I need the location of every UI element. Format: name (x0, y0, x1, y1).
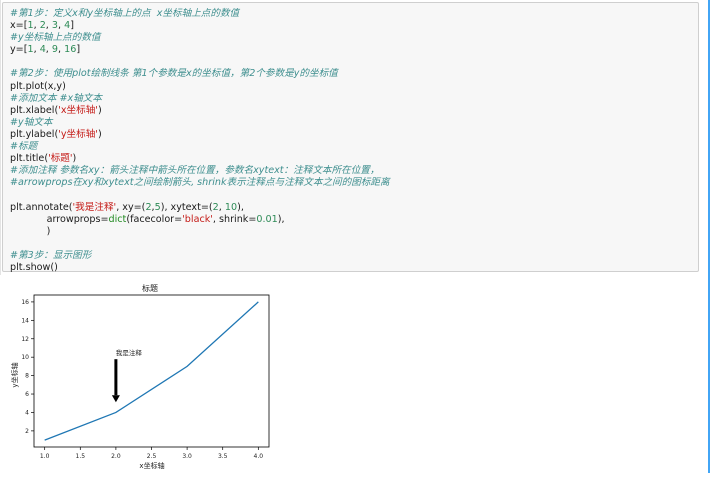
code-line (10, 56, 390, 68)
code-line: #arrowprops在xy和xytext之间绘制箭头, shrink表示注释点… (10, 177, 390, 189)
x-tick-label: 4.0 (254, 453, 264, 460)
code-line: #y轴文本 (10, 117, 390, 129)
code-token: y=[ (10, 44, 27, 55)
code-line: #y坐标轴上点的数值 (10, 32, 390, 44)
x-tick-label: 3.5 (218, 453, 228, 460)
code-editor[interactable]: #第1步：定义x和y坐标轴上的点 x坐标轴上点的数值x=[1, 2, 3, 4]… (10, 8, 390, 274)
code-line: #标题 (10, 141, 390, 153)
y-tick-label: 2 (25, 428, 29, 435)
code-token: plt.ylabel( (10, 129, 58, 140)
code-line: #第1步：定义x和y坐标轴上的点 x坐标轴上点的数值 (10, 8, 390, 20)
code-line: plt.annotate('我是注释', xy=(2,5), xytext=(2… (10, 202, 390, 214)
code-token: #添加文本 #x轴文本 (10, 93, 102, 104)
code-token: 'black' (182, 214, 213, 225)
code-token: #第1步：定义x和y坐标轴上的点 x坐标轴上点的数值 (10, 8, 239, 19)
code-line: ) (10, 226, 390, 238)
code-token: ) (73, 153, 77, 164)
code-line: plt.title('标题') (10, 153, 390, 165)
annotation-arrow-head (112, 395, 120, 402)
code-token: ] (76, 44, 80, 55)
code-token: #标题 (10, 141, 37, 152)
y-axis-label: y坐标轴 (10, 362, 19, 387)
code-line: #第2步：使用plot绘制线条 第1个参数是x的坐标值，第2个参数是y的坐标值 (10, 68, 390, 80)
code-token: ) (10, 226, 50, 237)
chart-title: 标题 (142, 283, 158, 293)
code-token: ), xytext=( (161, 202, 213, 213)
code-token: plt.annotate( (10, 202, 73, 213)
code-token: plt.title( (10, 153, 48, 164)
y-tick-label: 4 (25, 409, 29, 416)
line-chart: 标题 x坐标轴 y坐标轴 1.0 1.5 2.0 2.5 3.0 3.5 4.0 2 4 6 8 10… (0, 275, 290, 473)
y-tick-label: 12 (21, 336, 29, 343)
x-tick-label: 1.0 (40, 453, 50, 460)
code-token: ) (98, 129, 102, 140)
code-token: , shrink= (213, 214, 256, 225)
code-line: x=[1, 2, 3, 4] (10, 20, 390, 32)
x-tick-label: 2.5 (147, 453, 157, 460)
code-line: #添加注释 参数名xy：箭头注释中箭头所在位置，参数名xytext：注释文本所在… (10, 165, 390, 177)
code-token: ), (278, 214, 285, 225)
output-plot: 标题 x坐标轴 y坐标轴 1.0 1.5 2.0 2.5 3.0 3.5 4.0 2 4 6 8 10… (0, 275, 290, 473)
code-token: plt.show() (10, 262, 58, 273)
code-token: 0.01 (256, 214, 277, 225)
x-axis-label: x坐标轴 (139, 461, 164, 470)
code-token: #arrowprops在xy和xytext之间绘制箭头, shrink表示注释点… (10, 177, 390, 188)
code-token: #第3步：显示图形 (10, 250, 91, 261)
code-line: #第3步：显示图形 (10, 250, 390, 262)
code-token: ] (70, 20, 74, 31)
code-token: #第2步：使用plot绘制线条 第1个参数是x的坐标值，第2个参数是y的坐标值 (10, 68, 338, 79)
code-token: plt.xlabel( (10, 105, 58, 116)
code-token: #y坐标轴上点的数值 (10, 32, 100, 43)
y-tick-label: 6 (25, 391, 29, 398)
code-token: '标题' (48, 153, 72, 164)
code-token: 16 (64, 44, 76, 55)
y-tick-label: 14 (21, 317, 29, 324)
code-line (10, 189, 390, 201)
code-line: plt.xlabel('x坐标轴') (10, 105, 390, 117)
series-line (45, 302, 259, 440)
code-token: (facecolor= (126, 214, 182, 225)
code-token: #y轴文本 (10, 117, 53, 128)
code-token: arrowprops= (10, 214, 109, 225)
y-tick-label: 16 (21, 299, 29, 306)
code-token: #添加注释 参数名xy：箭头注释中箭头所在位置，参数名xytext：注释文本所在… (10, 165, 380, 176)
code-token: ), (237, 202, 244, 213)
code-line: #添加文本 #x轴文本 (10, 93, 390, 105)
code-token: , xy=( (116, 202, 145, 213)
y-tick-label: 10 (21, 354, 29, 361)
code-token: 'y坐标轴' (58, 129, 98, 140)
code-token: 10 (225, 202, 237, 213)
x-tick-label: 2.0 (111, 453, 121, 460)
code-line: plt.show() (10, 262, 390, 274)
code-line (10, 238, 390, 250)
code-token: 'x坐标轴' (58, 105, 98, 116)
code-token: ) (98, 105, 102, 116)
code-token: '我是注释' (73, 202, 117, 213)
code-token: plt.plot(x,y) (10, 81, 66, 92)
code-token: dict (109, 214, 127, 225)
x-tick-label: 1.5 (76, 453, 86, 460)
x-tick-label: 3.0 (182, 453, 192, 460)
plot-frame (34, 295, 269, 447)
cell-selection-bar (708, 0, 710, 473)
code-line: arrowprops=dict(facecolor='black', shrin… (10, 214, 390, 226)
code-cell[interactable]: #第1步：定义x和y坐标轴上的点 x坐标轴上点的数值x=[1, 2, 3, 4]… (2, 2, 699, 272)
code-token: x=[ (10, 20, 27, 31)
code-line: plt.ylabel('y坐标轴') (10, 129, 390, 141)
annotation-text: 我是注释 (116, 348, 143, 357)
y-tick-label: 8 (25, 373, 29, 380)
code-line: plt.plot(x,y) (10, 81, 390, 93)
code-line: y=[1, 4, 9, 16] (10, 44, 390, 56)
